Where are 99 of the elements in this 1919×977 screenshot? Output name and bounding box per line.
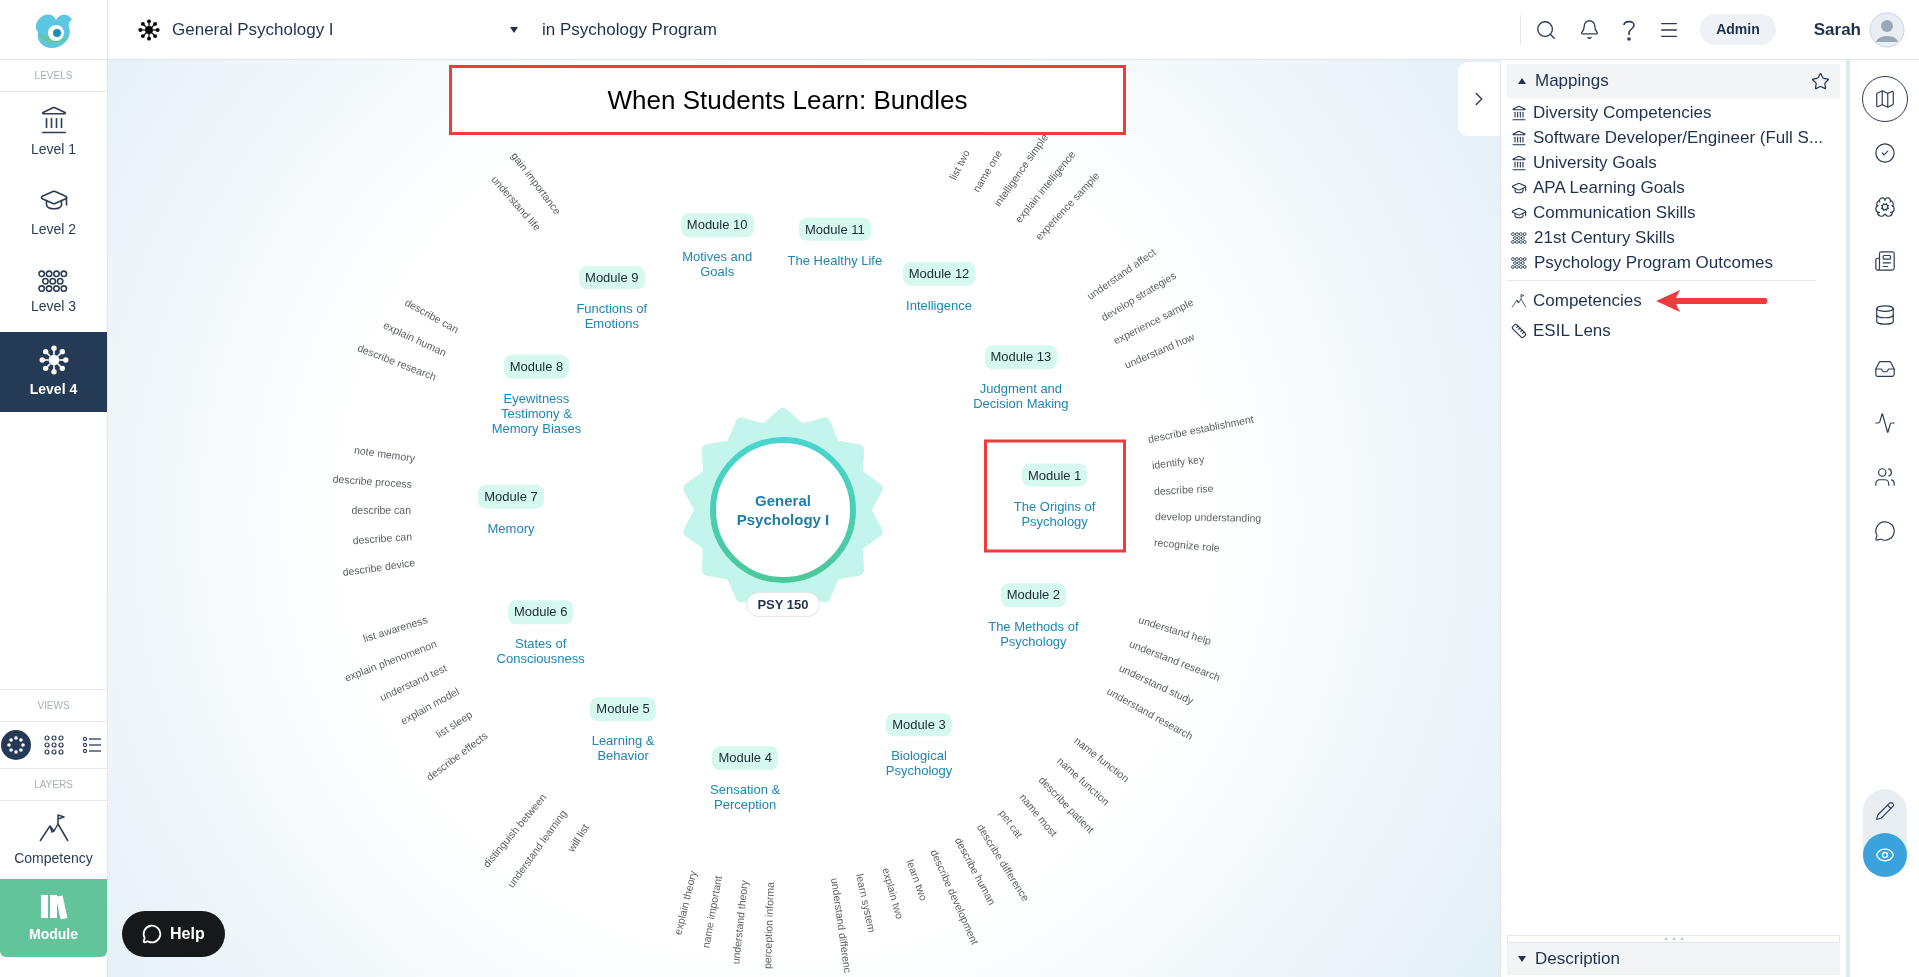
module-title[interactable]: Biological Psychology	[869, 748, 969, 779]
outcome-label: explain theory	[671, 869, 699, 936]
radial-dots-icon	[5, 735, 26, 755]
module-title[interactable]: The Healthy Life	[784, 253, 885, 269]
radial-view-button[interactable]	[0, 730, 31, 760]
caret-icon	[1517, 77, 1527, 85]
outcome-label: perception informa	[761, 881, 776, 969]
hub-title: General Psychology I	[735, 491, 831, 529]
module-title[interactable]: Memory	[461, 520, 561, 536]
dots-grid-icon	[1511, 231, 1528, 244]
mapping-item[interactable]: Diversity Competencies	[1507, 100, 1840, 125]
module-tag[interactable]: Module 7	[478, 484, 544, 509]
outcome-label: learn two	[904, 857, 931, 902]
module-title[interactable]: Judgment and Decision Making	[970, 380, 1071, 411]
module-title[interactable]: States of Consciousness	[490, 636, 591, 667]
dots-grid-icon	[1511, 256, 1528, 269]
module-title[interactable]: Eyewitness Testimony & Memory Biases	[486, 390, 587, 436]
pulse-icon	[1873, 412, 1896, 434]
mappings-header[interactable]: Mappings	[1507, 64, 1840, 98]
mapping-item[interactable]: University Goals	[1507, 150, 1840, 175]
module-title[interactable]: The Origins of Psychology	[1004, 498, 1105, 529]
outcome-label: learn system	[854, 872, 879, 934]
outcome-label: explain two	[879, 865, 906, 920]
module-title[interactable]: Learning & Behavior	[573, 732, 674, 763]
outcome-label: list two	[946, 147, 972, 182]
burst-icon	[38, 344, 69, 375]
institution-icon	[1511, 154, 1527, 171]
outcome-label: understand theory	[729, 879, 751, 965]
user-name: Sarah	[1813, 18, 1861, 41]
help-icon[interactable]	[1622, 18, 1637, 41]
mountain-flag-icon	[1511, 293, 1527, 309]
level-tab[interactable]: Level 4	[0, 332, 107, 412]
outcome-label: pet cat	[996, 807, 1026, 840]
mountain-flag-icon	[37, 811, 70, 844]
program-label: in Psychology Program	[542, 18, 717, 41]
module-tag[interactable]: Module 6	[507, 600, 574, 625]
module-tag[interactable]: Module 8	[503, 354, 570, 379]
users-icon	[1873, 466, 1896, 488]
dots-grid-icon	[43, 735, 64, 755]
outcome-label: describe rise	[1154, 481, 1215, 497]
institution-icon	[1511, 129, 1527, 146]
module-tag[interactable]: Module 12	[902, 261, 976, 286]
module-tag[interactable]: Module 11	[799, 217, 871, 242]
chat-bubble-icon	[142, 924, 162, 944]
pencil-icon	[1874, 801, 1895, 821]
tray-icon	[1873, 358, 1896, 380]
module-tag[interactable]: Module 3	[886, 712, 952, 737]
outcome-label: understand differenc	[828, 877, 854, 974]
section-heading: VIEWS	[0, 689, 107, 722]
layer-item[interactable]: ESIL Lens	[1511, 318, 1611, 344]
module-tag[interactable]: Module 4	[712, 746, 778, 771]
ruler-icon	[1511, 323, 1527, 339]
module-title[interactable]: The Methods of Psychology	[983, 619, 1084, 649]
view-mode-button[interactable]	[1862, 833, 1907, 877]
outcome-label: will list	[564, 822, 591, 855]
bell-icon[interactable]	[1579, 19, 1601, 40]
module-title[interactable]: Intelligence	[889, 297, 989, 313]
map-icon	[1873, 88, 1896, 110]
description-header[interactable]: Description	[1507, 943, 1840, 975]
module-tag[interactable]: Module 2	[1000, 583, 1067, 607]
list-icon	[81, 735, 102, 755]
outcome-label: describe device	[341, 555, 416, 578]
module-tag[interactable]: Module 10	[680, 213, 754, 237]
module-title[interactable]: Sensation & Perception	[695, 782, 796, 813]
layer-item[interactable]: Competencies	[1511, 288, 1642, 314]
module-title[interactable]: Functions of Emotions	[561, 301, 662, 332]
outcome-label: describe process	[332, 472, 413, 491]
canvas-title: When Students Learn: Bundles	[607, 83, 968, 117]
check-circle-icon	[1873, 142, 1896, 164]
star-icon[interactable]	[1811, 71, 1830, 91]
outcome-label: describe can	[351, 504, 411, 516]
mapping-item[interactable]: APA Learning Goals	[1507, 175, 1840, 200]
institution-icon	[1511, 104, 1527, 121]
mapping-item[interactable]: Psychology Program Outcomes	[1507, 250, 1840, 275]
caret-icon	[1517, 955, 1527, 963]
newspaper-icon	[1873, 250, 1896, 272]
module-tag[interactable]: Module 9	[579, 265, 645, 290]
dots-grid-icon	[37, 267, 70, 292]
course-title: General Psychology I	[172, 18, 335, 41]
outcome-label: recognize role	[1153, 536, 1220, 555]
database-icon	[1873, 304, 1896, 326]
outcome-label: name important	[699, 875, 725, 950]
mapping-item[interactable]: Communication Skills	[1507, 200, 1840, 225]
outcome-label: describe can	[352, 529, 413, 547]
outcome-label: note memory	[353, 443, 416, 465]
help-button[interactable]: Help	[122, 911, 225, 957]
module-tag[interactable]: Module 1	[1021, 463, 1088, 487]
outcome-label: identify key	[1151, 452, 1206, 471]
module-tag[interactable]: Module 13	[984, 345, 1058, 369]
mapping-item[interactable]: 21st Century Skills	[1507, 225, 1840, 250]
chat-bubble-icon	[1873, 520, 1896, 542]
caret-icon	[509, 25, 519, 34]
module-tag[interactable]: Module 5	[590, 697, 656, 721]
course-icon	[138, 18, 160, 41]
module-title[interactable]: Motives and Goals	[667, 248, 768, 279]
mapping-item[interactable]: Software Developer/Engineer (Full S...	[1507, 125, 1840, 150]
role-tag: Admin	[1700, 14, 1776, 45]
outcome-label: develop understanding	[1154, 510, 1262, 525]
search-icon[interactable]	[1535, 18, 1558, 41]
